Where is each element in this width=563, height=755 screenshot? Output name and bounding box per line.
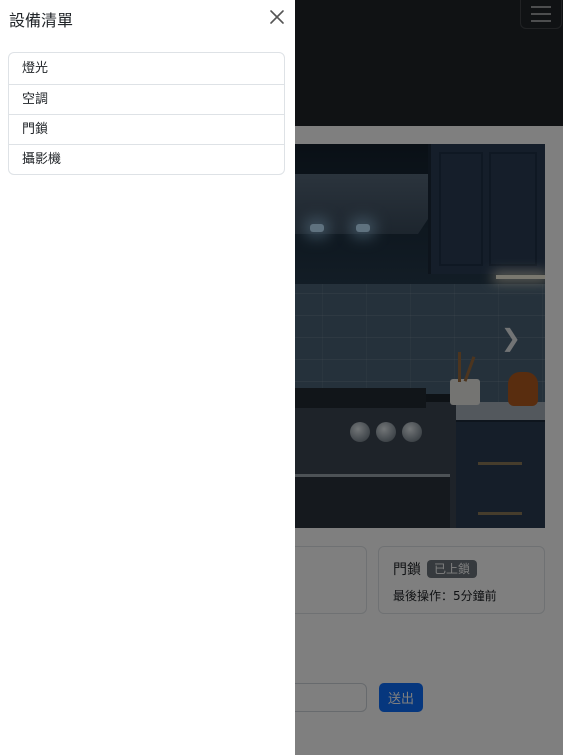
device-item-camera[interactable]: 攝影機	[9, 144, 284, 174]
close-button[interactable]	[268, 8, 286, 26]
device-list-offcanvas: 設備清單 燈光 空調 門鎖 攝影機	[0, 0, 295, 755]
close-icon	[270, 10, 284, 24]
device-item-lights[interactable]: 燈光	[9, 53, 284, 84]
offcanvas-title: 設備清單	[9, 11, 74, 30]
offcanvas-header: 設備清單	[0, 0, 295, 38]
device-item-door-lock[interactable]: 門鎖	[9, 114, 284, 144]
device-item-air-conditioner[interactable]: 空調	[9, 84, 284, 114]
device-list: 燈光 空調 門鎖 攝影機	[8, 52, 285, 175]
